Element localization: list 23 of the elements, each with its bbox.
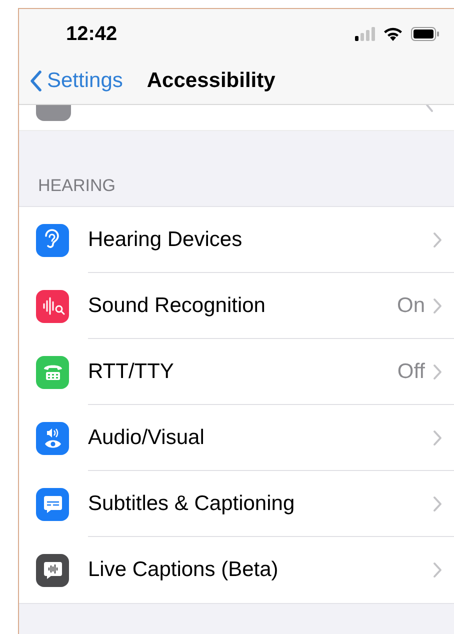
settings-row[interactable]: Hearing Devices [19, 207, 454, 273]
row-value: On [396, 292, 425, 319]
settings-row[interactable]: Live Captions (Beta) [19, 537, 454, 603]
row-label: Hearing Devices [88, 226, 244, 253]
battery-icon [411, 27, 440, 41]
settings-row[interactable]: RTT/TTY Off [19, 339, 454, 405]
row-label: Audio/Visual [88, 424, 206, 451]
row-label: Live Captions (Beta) [88, 557, 280, 584]
row-value: Off [397, 358, 425, 385]
nav-title: Accessibility [146, 68, 276, 94]
row-label: Sound Recognition [88, 292, 266, 319]
app-icon [36, 105, 71, 121]
settings-row[interactable]: Subtitles & Captioning [19, 471, 454, 537]
wifi-icon [383, 26, 403, 42]
signal-icon [355, 27, 377, 41]
row-label: Subtitles & Captioning [88, 490, 296, 517]
settings-row[interactable]: Audio/Visual [19, 405, 454, 471]
settings-row[interactable]: Sound Recognition On [19, 273, 454, 339]
status-time: 12:42 [66, 22, 118, 47]
back-button[interactable]: Settings [29, 65, 123, 97]
chevron-left-icon [29, 70, 43, 92]
row-label: RTT/TTY [88, 358, 175, 385]
section-header: HEARING [38, 174, 116, 196]
